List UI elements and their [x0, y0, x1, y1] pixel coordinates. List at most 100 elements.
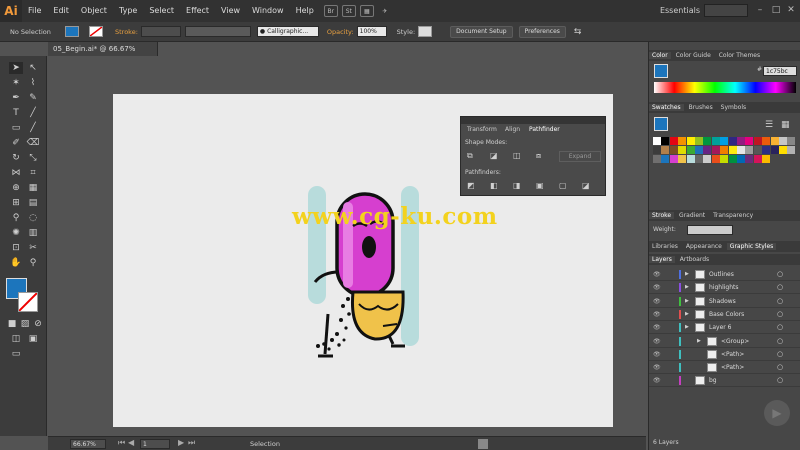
color-swatch[interactable]	[661, 155, 670, 163]
color-swatch[interactable]	[745, 155, 754, 163]
expand-chevron-icon[interactable]: ▶	[685, 321, 689, 334]
none-mode-icon[interactable]: ⊘	[31, 318, 45, 330]
document-setup-button[interactable]: Document Setup	[450, 25, 513, 38]
color-swatch[interactable]	[703, 137, 712, 145]
panel-titlebar[interactable]	[461, 117, 605, 124]
rectangle-tool-icon[interactable]: ▭	[9, 122, 23, 134]
color-swatch[interactable]	[669, 155, 678, 163]
free-transform-tool-icon[interactable]: ⌗	[26, 167, 40, 179]
tab-transform[interactable]: Transform	[463, 125, 501, 135]
expand-chevron-icon[interactable]: ▶	[697, 335, 701, 348]
target-circle-icon[interactable]: ○	[777, 374, 783, 387]
tab-graphic-styles[interactable]: Graphic Styles	[726, 243, 777, 250]
swatch-fill-indicator[interactable]	[654, 117, 668, 131]
expand-button[interactable]: Expand	[559, 151, 601, 162]
target-circle-icon[interactable]: ○	[777, 281, 783, 294]
gradient-mode-icon[interactable]: ▨	[18, 318, 32, 330]
target-circle-icon[interactable]: ○	[777, 361, 783, 374]
target-circle-icon[interactable]: ○	[777, 268, 783, 281]
blend-tool-icon[interactable]: ◌	[26, 212, 40, 224]
horizontal-scrollbar-thumb[interactable]	[478, 439, 488, 449]
layer-row[interactable]: 👁 ▶ Outlines ○	[649, 268, 800, 281]
color-swatch[interactable]	[728, 146, 737, 154]
expand-chevron-icon[interactable]: ▶	[685, 281, 689, 294]
tab-libraries[interactable]: Libraries	[649, 243, 681, 250]
pen-tool-icon[interactable]: ✒	[9, 92, 23, 104]
variable-width-field[interactable]	[184, 26, 251, 37]
artboard-tool-icon[interactable]: ⊡	[9, 242, 23, 254]
scale-tool-icon[interactable]: ⤡	[26, 152, 40, 164]
color-swatch[interactable]	[703, 155, 712, 163]
color-swatch[interactable]	[720, 155, 729, 163]
workspace-switcher[interactable]: Essentials	[660, 6, 700, 15]
color-swatch[interactable]	[695, 155, 703, 163]
color-swatch[interactable]	[678, 155, 687, 163]
line-tool-icon[interactable]: ╱	[26, 107, 40, 119]
color-swatch[interactable]	[737, 146, 745, 154]
eyedropper-tool-icon[interactable]: ⚲	[9, 212, 23, 224]
list-view-icon[interactable]: ☰	[765, 120, 773, 130]
tab-align[interactable]: Align	[501, 125, 524, 135]
target-circle-icon[interactable]: ○	[777, 348, 783, 361]
unite-icon[interactable]: ⧉	[467, 151, 473, 161]
document-tab[interactable]: 05_Begin.ai* @ 66.67% (RGB/GPU Preview)	[48, 42, 158, 67]
visibility-eye-icon[interactable]: 👁	[653, 374, 661, 387]
visibility-eye-icon[interactable]: 👁	[653, 335, 661, 348]
color-swatch[interactable]	[745, 137, 754, 145]
next-artboard-icon[interactable]: ▶	[178, 438, 184, 447]
target-circle-icon[interactable]: ○	[777, 308, 783, 321]
graph-tool-icon[interactable]: ▥	[26, 227, 40, 239]
magic-wand-tool-icon[interactable]: ✶	[9, 77, 23, 89]
tab-brushes[interactable]: Brushes	[686, 104, 716, 111]
drawing-mode-icon[interactable]: ◫	[9, 333, 23, 345]
target-circle-icon[interactable]: ○	[777, 335, 783, 348]
color-swatch[interactable]	[787, 146, 796, 154]
visibility-eye-icon[interactable]: 👁	[653, 348, 661, 361]
perspective-grid-tool-icon[interactable]: ▦	[26, 182, 40, 194]
color-swatch[interactable]	[779, 137, 787, 145]
color-swatch[interactable]	[720, 137, 729, 145]
eraser-tool-icon[interactable]: ⌫	[26, 137, 40, 149]
color-swatch[interactable]	[695, 137, 703, 145]
brush-definition-field[interactable]: ● Calligraphic...	[256, 26, 319, 37]
menu-object[interactable]: Object	[75, 0, 113, 22]
color-swatch[interactable]	[711, 146, 720, 154]
shape-builder-tool-icon[interactable]: ⊕	[9, 182, 23, 194]
swatch-grid[interactable]	[653, 137, 797, 192]
opacity-field[interactable]: 100%	[356, 26, 387, 37]
menu-edit[interactable]: Edit	[47, 0, 75, 22]
artboard-number-field[interactable]: 1	[140, 439, 170, 449]
layer-row[interactable]: 👁 bg ○	[649, 374, 800, 388]
symbol-sprayer-tool-icon[interactable]: ✺	[9, 227, 23, 239]
color-mode-icon[interactable]: ■	[5, 318, 19, 330]
expand-chevron-icon[interactable]: ▶	[685, 308, 689, 321]
minus-back-icon[interactable]: ◪	[582, 181, 590, 190]
last-artboard-icon[interactable]: ⏭	[188, 438, 195, 448]
color-swatch[interactable]	[720, 146, 729, 154]
menu-select[interactable]: Select	[143, 0, 180, 22]
color-swatch[interactable]	[753, 155, 762, 163]
color-swatch[interactable]	[686, 155, 695, 163]
gradient-tool-icon[interactable]: ▤	[26, 197, 40, 209]
tab-symbols[interactable]: Symbols	[718, 104, 749, 111]
color-swatch[interactable]	[779, 146, 787, 154]
screen-mode-icon[interactable]: ▣	[26, 333, 40, 345]
stroke-color-icon[interactable]	[18, 292, 38, 312]
intersect-icon[interactable]: ◫	[513, 151, 521, 160]
menu-help[interactable]: Help	[290, 0, 320, 22]
slice-tool-icon[interactable]: ✂	[26, 242, 40, 254]
stroke-weight-field[interactable]	[140, 26, 181, 37]
fill-swatch[interactable]	[65, 26, 79, 37]
color-swatch[interactable]	[678, 146, 687, 154]
previous-artboard-icon[interactable]: ◀	[128, 438, 134, 447]
first-artboard-icon[interactable]: ⏮	[118, 438, 125, 448]
layer-row[interactable]: 👁 ▶ Shadows ○	[649, 295, 800, 308]
divide-icon[interactable]: ◩	[467, 181, 475, 190]
merge-icon[interactable]: ◨	[513, 181, 521, 190]
tab-pathfinder[interactable]: Pathfinder	[525, 125, 564, 135]
visibility-eye-icon[interactable]: 👁	[653, 268, 661, 281]
visibility-eye-icon[interactable]: 👁	[653, 281, 661, 294]
expand-chevron-icon[interactable]: ▶	[685, 268, 689, 281]
visibility-eye-icon[interactable]: 👁	[653, 321, 661, 334]
selection-tool-icon[interactable]: ➤	[9, 62, 23, 74]
